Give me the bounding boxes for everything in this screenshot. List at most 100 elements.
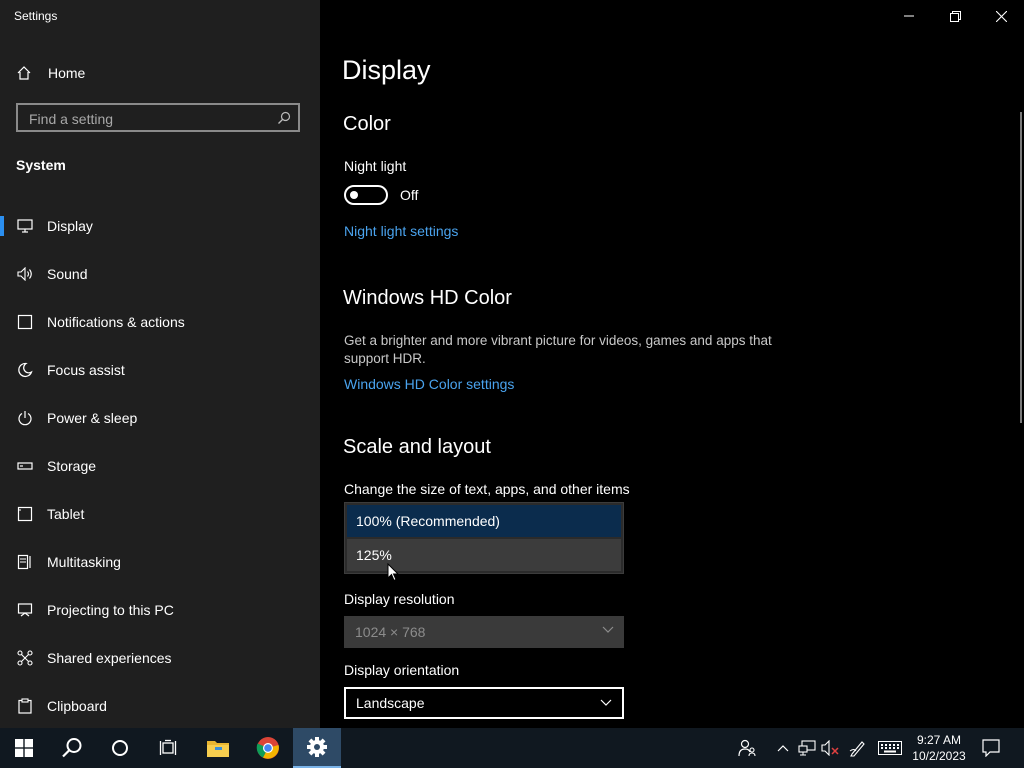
- orientation-select[interactable]: Landscape: [344, 687, 624, 719]
- page-title: Display: [342, 55, 431, 85]
- close-button[interactable]: [978, 0, 1024, 32]
- shared-experiences-icon: [16, 649, 34, 667]
- sidebar-item-sound[interactable]: Sound: [0, 250, 320, 298]
- clipboard-icon: [16, 697, 34, 715]
- gear-icon: [307, 737, 327, 757]
- hd-color-heading: Windows HD Color: [343, 287, 512, 309]
- show-hidden-icons-button[interactable]: [774, 738, 792, 758]
- people-button[interactable]: [736, 738, 758, 758]
- taskbar: 9:27 AM 10/2/2023: [0, 728, 1024, 768]
- resolution-select[interactable]: 1024 × 768: [344, 616, 624, 648]
- projecting-icon: [16, 601, 34, 619]
- minimize-icon: [904, 15, 914, 17]
- speaker-icon: [16, 265, 34, 283]
- sidebar-item-power-sleep[interactable]: Power & sleep: [0, 394, 320, 442]
- chevron-up-icon: [777, 745, 789, 752]
- restore-button[interactable]: [932, 0, 978, 32]
- home-label: Home: [48, 65, 86, 81]
- cortana-button[interactable]: [96, 728, 144, 768]
- night-light-toggle[interactable]: [344, 185, 388, 205]
- search-icon: [62, 738, 82, 758]
- sidebar-item-notifications[interactable]: Notifications & actions: [0, 298, 320, 346]
- sidebar-item-label: Power & sleep: [47, 410, 138, 426]
- mouse-cursor-icon: [387, 563, 400, 582]
- multitasking-icon: [16, 553, 34, 571]
- home-icon: [17, 66, 31, 80]
- sidebar-item-clipboard[interactable]: Clipboard: [0, 682, 320, 730]
- sidebar: Settings Home System Display Sound Notif…: [0, 0, 320, 728]
- sidebar-item-label: Clipboard: [47, 698, 107, 714]
- touch-keyboard-button[interactable]: [877, 738, 903, 758]
- sidebar-item-storage[interactable]: Storage: [0, 442, 320, 490]
- monitor-icon: [16, 217, 34, 235]
- pen-workspace-button[interactable]: [848, 738, 868, 758]
- search-input[interactable]: [27, 109, 271, 129]
- minimize-button[interactable]: [886, 0, 932, 32]
- sidebar-item-focus-assist[interactable]: Focus assist: [0, 346, 320, 394]
- clock[interactable]: 9:27 AM 10/2/2023: [906, 732, 972, 764]
- sidebar-item-display[interactable]: Display: [0, 202, 320, 250]
- sidebar-item-shared-experiences[interactable]: Shared experiences: [0, 634, 320, 682]
- sidebar-item-label: Sound: [47, 266, 88, 282]
- scale-option-100[interactable]: 100% (Recommended): [347, 505, 621, 537]
- restore-icon: [949, 10, 961, 22]
- resolution-value: 1024 × 768: [355, 624, 426, 640]
- scale-label: Change the size of text, apps, and other…: [344, 481, 630, 497]
- sidebar-item-label: Multitasking: [47, 554, 121, 570]
- tablet-icon: [16, 505, 34, 523]
- chrome-icon: [256, 737, 279, 759]
- clock-date: 10/2/2023: [912, 749, 966, 763]
- notification-icon: [16, 313, 34, 331]
- pen-icon: [849, 741, 865, 757]
- night-light-label: Night light: [344, 158, 407, 174]
- window-title: Settings: [14, 9, 58, 23]
- file-explorer-button[interactable]: [194, 728, 242, 768]
- resolution-label: Display resolution: [344, 591, 455, 607]
- scrollbar[interactable]: [1020, 112, 1022, 423]
- main-content: Display Color Night light Off Night ligh…: [320, 0, 1024, 728]
- folder-icon: [207, 741, 229, 757]
- sidebar-item-label: Notifications & actions: [47, 314, 185, 330]
- sidebar-nav: Display Sound Notifications & actions Fo…: [0, 202, 320, 730]
- action-center-icon: [982, 739, 1000, 757]
- sidebar-item-projecting[interactable]: Projecting to this PC: [0, 586, 320, 634]
- search-taskbar-button[interactable]: [48, 728, 96, 768]
- chrome-button[interactable]: [244, 728, 292, 768]
- sidebar-item-label: Tablet: [47, 506, 85, 522]
- sidebar-item-label: Storage: [47, 458, 97, 474]
- network-button[interactable]: [796, 738, 818, 758]
- night-light-settings-link[interactable]: Night light settings: [344, 223, 458, 239]
- sidebar-item-label: Shared experiences: [47, 650, 172, 666]
- sidebar-item-tablet[interactable]: Tablet: [0, 490, 320, 538]
- sidebar-item-label: Projecting to this PC: [47, 602, 174, 618]
- window-controls: [886, 0, 1024, 32]
- chevron-down-icon: [602, 626, 614, 633]
- orientation-label: Display orientation: [344, 662, 460, 678]
- hd-color-settings-link[interactable]: Windows HD Color settings: [344, 376, 514, 392]
- power-icon: [16, 409, 34, 427]
- volume-muted-icon: [821, 740, 839, 756]
- settings-taskbar-button[interactable]: [293, 728, 341, 768]
- keyboard-icon: [878, 741, 902, 755]
- search-icon[interactable]: [277, 111, 291, 125]
- orientation-value: Landscape: [356, 695, 425, 711]
- search-box[interactable]: [16, 103, 300, 132]
- scale-dropdown-list[interactable]: 100% (Recommended) 125%: [344, 502, 624, 574]
- windows-logo-icon: [15, 739, 33, 757]
- hd-color-description: Get a brighter and more vibrant picture …: [344, 333, 772, 366]
- chevron-down-icon: [600, 699, 612, 706]
- task-view-button[interactable]: [144, 728, 192, 768]
- clock-time: 9:27 AM: [916, 733, 962, 747]
- scale-layout-heading: Scale and layout: [343, 436, 491, 458]
- home-nav-item[interactable]: Home: [16, 62, 85, 84]
- moon-icon: [16, 361, 34, 379]
- people-icon: [738, 739, 756, 757]
- sidebar-item-label: Focus assist: [47, 362, 125, 378]
- start-button[interactable]: [0, 728, 48, 768]
- storage-icon: [16, 457, 34, 475]
- close-icon: [995, 10, 1007, 22]
- task-view-icon: [159, 739, 177, 755]
- sidebar-item-multitasking[interactable]: Multitasking: [0, 538, 320, 586]
- action-center-button[interactable]: [980, 738, 1002, 758]
- volume-button[interactable]: [820, 738, 842, 758]
